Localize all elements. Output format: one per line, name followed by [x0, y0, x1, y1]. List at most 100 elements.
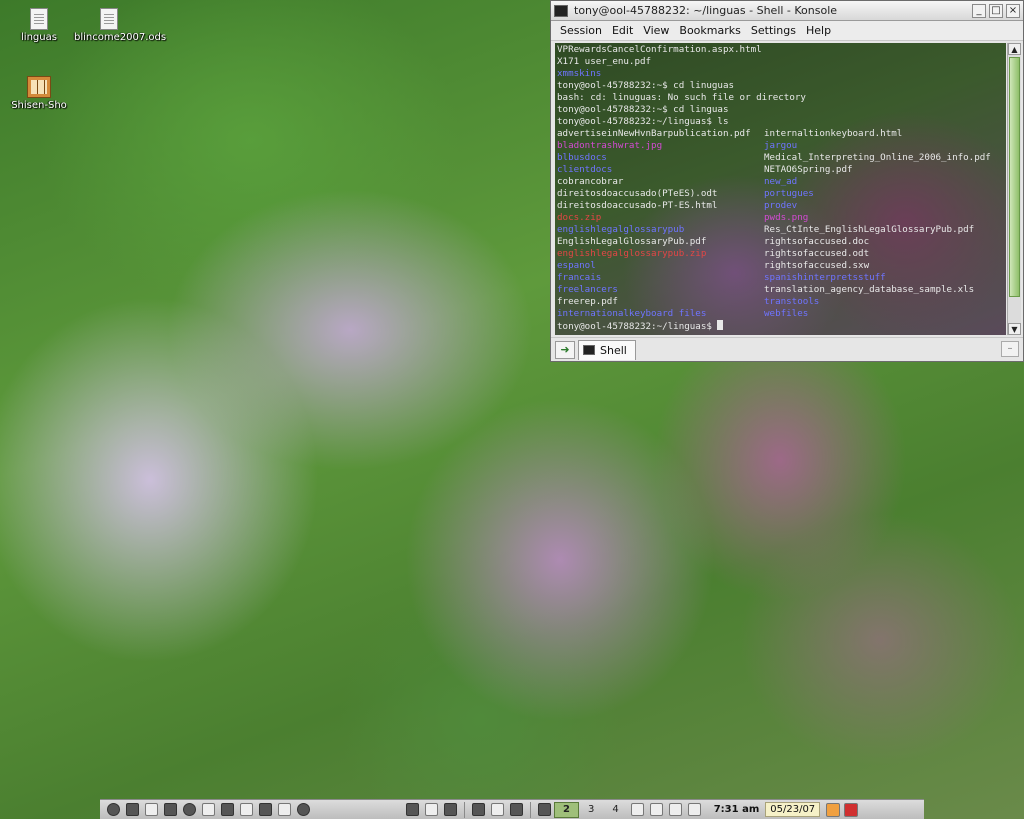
usb-icon[interactable] — [687, 803, 701, 816]
desktop-2-button[interactable]: 2 — [554, 801, 579, 818]
terminal-line: tony@ool-45788232:~/linguas$ ls — [557, 116, 729, 127]
logout-icon[interactable] — [844, 802, 859, 817]
ls-entry: direitosdoaccusado-PT-ES.html — [557, 200, 718, 211]
new-session-button[interactable]: ➜ — [555, 340, 575, 359]
terminal-line: xmmskins — [557, 68, 602, 79]
ls-entry: pwds.png — [764, 212, 809, 223]
ls-row: espanol rightsofaccused.sxw — [557, 260, 1004, 272]
text-editor-icon[interactable] — [202, 803, 215, 816]
lock-screen-icon[interactable] — [826, 802, 841, 817]
ls-row: direitosdoaccusado(PTeES).odt portugues — [557, 188, 1004, 200]
ls-entry: webfiles — [764, 308, 809, 319]
ls-entry: transtools — [764, 296, 820, 307]
terminal-icon — [583, 345, 595, 355]
ls-row: EnglishLegalGlossaryPub.pdf rightsofaccus… — [557, 236, 1004, 248]
ls-entry: translation_agency_database_sample.xls — [764, 284, 975, 295]
menu-view[interactable]: View — [638, 24, 674, 37]
file-manager-icon[interactable] — [221, 803, 234, 816]
terminal-line: tony@ool-45788232:~$ cd linuguas — [557, 80, 735, 91]
tray-tool-icon[interactable] — [425, 803, 438, 816]
ls-entry: francais — [557, 272, 602, 283]
settings-icon[interactable] — [126, 803, 139, 816]
desktop-icon-label: blincome2007.ods — [74, 32, 167, 43]
folder-icon — [30, 8, 48, 30]
minimize-button[interactable]: _ — [972, 3, 986, 18]
ls-row: internationalkeyboard files webfiles — [557, 308, 1004, 320]
terminal-app-icon[interactable] — [554, 4, 568, 17]
ls-entry: blbusdocs — [557, 152, 607, 163]
mail-icon[interactable] — [259, 803, 272, 816]
scrollbar-thumb[interactable] — [1009, 57, 1020, 297]
klipper-icon[interactable] — [630, 803, 644, 816]
tray-extra-icon[interactable] — [510, 803, 523, 816]
window-title: tony@ool-45788232: ~/linguas - Shell - K… — [574, 4, 838, 17]
close-session-button[interactable]: – — [1001, 341, 1019, 357]
desktop-icon-label: Shisen-Sho — [11, 100, 67, 111]
menu-help[interactable]: Help — [801, 24, 836, 37]
scroll-down-icon[interactable]: ▼ — [1008, 323, 1021, 335]
pager-icon[interactable] — [538, 803, 551, 816]
tab-shell[interactable]: Shell — [578, 339, 636, 360]
terminal-line: bash: cd: linuguas: No such file or dire… — [557, 92, 806, 103]
ls-entry: englishlegalglossarypub.zip — [557, 248, 707, 259]
terminal-line: VPRewardsCancelConfirmation.aspx.html — [557, 44, 762, 55]
ls-row: englishlegalglossarypub.zip rightsofaccus… — [557, 248, 1004, 260]
ls-entry: advertiseinNewHvnBarpublication.pdf — [557, 128, 751, 139]
terminal-area[interactable]: VPRewardsCancelConfirmation.aspx.html X1… — [555, 43, 1006, 335]
scroll-up-icon[interactable]: ▲ — [1008, 43, 1021, 55]
maximize-button[interactable]: □ — [989, 3, 1003, 18]
printer-icon[interactable] — [444, 803, 457, 816]
close-window-icon[interactable] — [491, 803, 504, 816]
tray-app-icon[interactable] — [406, 803, 419, 816]
menu-settings[interactable]: Settings — [746, 24, 801, 37]
ls-row: direitosdoaccusado-PT-ES.html prodev — [557, 200, 1004, 212]
ls-entry: NETAO6Spring.pdf — [764, 164, 853, 175]
kmenu-icon[interactable] — [107, 803, 120, 816]
ls-entry: Res_CtInte_EnglishLegalGlossaryPub.pdf — [764, 224, 975, 235]
text-cursor — [717, 320, 724, 330]
game-icon — [27, 76, 51, 98]
warning-icon[interactable] — [668, 803, 682, 816]
ls-entry: jargou — [764, 140, 798, 151]
vertical-scrollbar[interactable]: ▲ ▼ — [1007, 43, 1021, 335]
monitor-icon[interactable] — [472, 803, 485, 816]
ls-entry: freelancers — [557, 284, 618, 295]
terminal-line: tony@ool-45788232:~$ cd linguas — [557, 104, 729, 115]
ls-row: docs.zip pwds.png — [557, 212, 1004, 224]
ls-entry: freerep.pdf — [557, 296, 618, 307]
tab-bar: ➜ Shell – — [551, 337, 1023, 361]
tab-label: Shell — [600, 343, 627, 357]
desktop-icon-shisen-sho[interactable]: Shisen-Sho — [4, 76, 74, 111]
desktop-3-button[interactable]: 3 — [579, 802, 603, 818]
tools-icon[interactable] — [278, 803, 291, 816]
ls-entry: englishlegalglossarypub — [557, 224, 685, 235]
ls-row: advertiseinNewHvnBarpublication.pdf inter… — [557, 128, 1004, 140]
taskbar-separator — [530, 801, 531, 818]
ls-row: clientdocs NETAO6Spring.pdf — [557, 164, 1004, 176]
clock-time[interactable]: 7:31 am — [714, 804, 760, 815]
keyboard-icon[interactable] — [649, 803, 663, 816]
desktop-icon-spreadsheet[interactable]: blincome2007.ods — [74, 8, 167, 43]
document-icon[interactable] — [240, 803, 253, 816]
menu-session[interactable]: Session — [555, 24, 607, 37]
menu-bookmarks[interactable]: Bookmarks — [674, 24, 745, 37]
konsole-window: tony@ool-45788232: ~/linguas - Shell - K… — [550, 0, 1024, 362]
network-icon[interactable] — [297, 803, 310, 816]
desktop-icon-label: linguas — [21, 32, 57, 43]
ls-entry: internationalkeyboard files — [557, 308, 707, 319]
window-titlebar[interactable]: tony@ool-45788232: ~/linguas - Shell - K… — [551, 1, 1023, 21]
ls-row: blbusdocs Medical_Interpreting_Online_200… — [557, 152, 1004, 164]
ls-entry: direitosdoaccusado(PTeES).odt — [557, 188, 718, 199]
menu-edit[interactable]: Edit — [607, 24, 638, 37]
terminal-launcher-icon[interactable] — [164, 803, 177, 816]
desktop-4-button[interactable]: 4 — [603, 802, 627, 818]
taskbar: 2 3 4 7:31 am 05/23/07 — [100, 799, 924, 819]
ls-entry: new_ad — [764, 176, 798, 187]
close-button[interactable]: × — [1006, 3, 1020, 18]
clock-date[interactable]: 05/23/07 — [765, 802, 821, 817]
browser-icon[interactable] — [183, 803, 196, 816]
ls-entry: rightsofaccused.doc — [764, 236, 870, 247]
desktop-icon-linguas[interactable]: linguas — [4, 8, 74, 43]
spreadsheet-icon — [100, 8, 118, 30]
show-desktop-icon[interactable] — [145, 803, 158, 816]
